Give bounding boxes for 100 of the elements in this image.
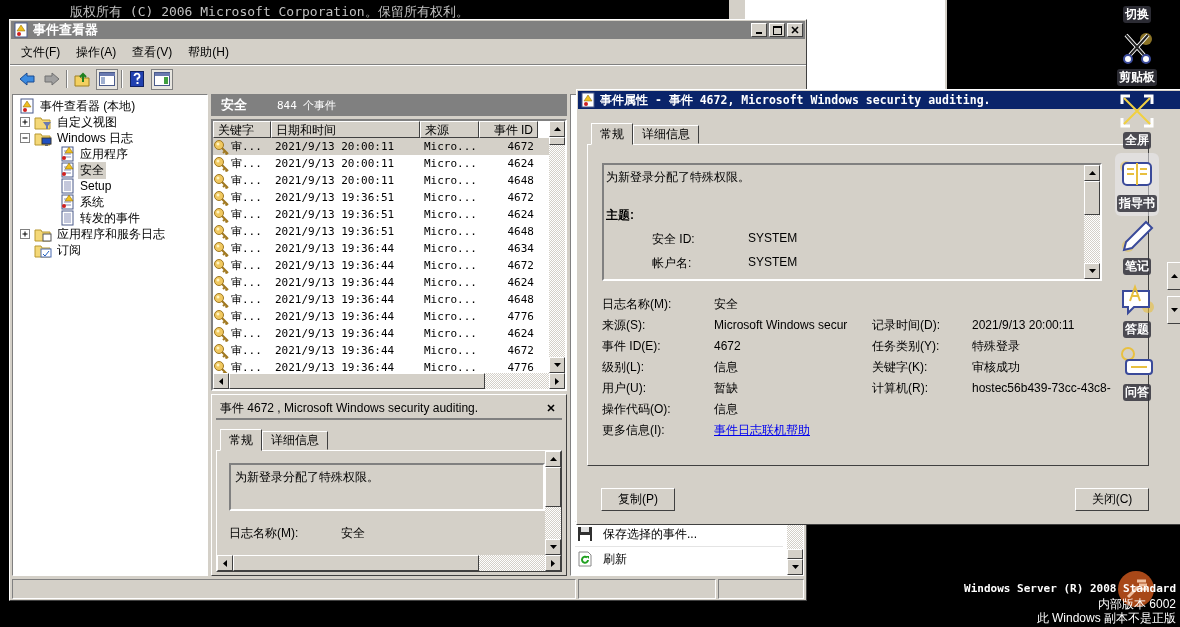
table-cell-text: 4648 — [506, 174, 535, 187]
event-row[interactable]: 审... 2021/9/13 20:00:11 Micro... 4624 — [213, 155, 549, 172]
field-value: 审核成功 — [972, 360, 1021, 375]
help-link[interactable]: 事件日志联机帮助 — [714, 423, 872, 438]
field-label: 级别(L): — [602, 360, 645, 375]
event-row[interactable]: 审... 2021/9/13 19:36:51 Micro... 4624 — [213, 206, 549, 223]
table-cell-text: 4672 — [506, 191, 535, 204]
field-value: 安全 — [714, 297, 739, 312]
table-cell-text: 2021/9/13 19:36:51 — [274, 191, 396, 204]
tree-item[interactable]: 自定义视图 — [55, 113, 119, 131]
field-value: hostec56b439-73cc-43c8- — [972, 381, 1111, 396]
table-cell-text: 2021/9/13 19:36:44 — [274, 276, 396, 289]
table-cell: 审... — [231, 224, 262, 239]
column-header[interactable]: 日期和时间 — [271, 121, 420, 138]
table-cell-text: 2021/9/13 19:36:44 — [274, 242, 396, 255]
table-cell-text: 2021/9/13 19:36:51 — [274, 208, 396, 221]
tree-item[interactable]: 转发的事件 — [78, 209, 142, 227]
table-cell-text: 4624 — [506, 208, 535, 221]
column-header[interactable]: 来源 — [420, 121, 479, 138]
field-label: 帐户名: — [652, 255, 693, 272]
table-cell-text: 2021/9/13 19:36:51 — [274, 225, 396, 238]
toolbar-item[interactable]: 答题 — [1115, 279, 1159, 342]
field-value: 信息 — [714, 402, 739, 417]
column-header[interactable]: 关键字 — [213, 121, 271, 138]
dialog-title: 事件属性 - 事件 4672, Microsoft Windows security auditing. — [600, 92, 991, 108]
table-cell-text: 4672 — [506, 140, 535, 153]
tree-item[interactable]: 系统 — [78, 193, 106, 211]
preview-title: 事件 4672 , Microsoft Windows security auditing. — [220, 399, 479, 417]
menu-item[interactable]: 文件(F) — [14, 41, 68, 63]
menu-item[interactable]: 操作(A) — [69, 41, 124, 63]
field-label: 计算机(R): — [872, 381, 929, 396]
table-cell-text: Micro... — [423, 140, 478, 153]
table-cell: 审... — [231, 139, 262, 154]
table-cell-text: Micro... — [423, 174, 478, 187]
table-cell-text: Micro... — [423, 361, 478, 373]
action-item[interactable]: 刷新 — [575, 546, 783, 571]
toolbar-item[interactable]: 指导书 — [1115, 153, 1159, 216]
table-cell-text: Micro... — [423, 310, 478, 323]
event-row[interactable]: 审... 2021/9/13 19:36:51 Micro... 4648 — [213, 223, 549, 240]
event-row[interactable]: 审... 2021/9/13 19:36:44 Micro... 4624 — [213, 274, 549, 291]
event-row[interactable]: 审... 2021/9/13 19:36:44 Micro... 4672 — [213, 257, 549, 274]
column-header[interactable]: 事件 ID — [479, 121, 538, 138]
menu-item[interactable]: 查看(V) — [125, 41, 180, 63]
toolbar-item[interactable]: 问答 — [1115, 342, 1159, 405]
toolbar-item[interactable]: 笔记 — [1115, 216, 1159, 279]
event-row[interactable]: 审... 2021/9/13 19:36:51 Micro... 4672 — [213, 189, 549, 206]
event-row[interactable]: 审... 2021/9/13 19:36:44 Micro... 4672 — [213, 342, 549, 359]
field-label: 关键字(K): — [872, 360, 929, 375]
event-row[interactable]: 审... 2021/9/13 19:36:44 Micro... 4648 — [213, 291, 549, 308]
table-cell-text: 2021/9/13 20:00:11 — [274, 140, 396, 153]
field-label: 用户(U): — [602, 381, 647, 396]
tab[interactable]: 常规 — [220, 429, 262, 451]
table-cell-text: 2021/9/13 20:00:11 — [274, 157, 396, 170]
table-cell-text: 4624 — [506, 276, 535, 289]
field-label: 来源(S): — [602, 318, 647, 333]
toolbar-item[interactable]: 剪贴板 — [1115, 27, 1159, 90]
field-value: 暂缺 — [714, 381, 739, 396]
tree-item[interactable]: 应用程序和服务日志 — [55, 225, 167, 243]
field-label: 操作代码(O): — [602, 402, 672, 417]
table-cell: 审... — [231, 207, 262, 222]
tab[interactable]: 详细信息 — [262, 431, 328, 450]
window-title: 事件查看器 — [33, 21, 98, 39]
table-cell: 审... — [231, 326, 262, 341]
table-cell: 审... — [231, 292, 262, 307]
tab[interactable]: 详细信息 — [633, 125, 699, 144]
dialog-button[interactable]: 复制(P) — [601, 488, 675, 511]
event-row[interactable]: 审... 2021/9/13 19:36:44 Micro... 4624 — [213, 325, 549, 342]
table-cell: 审... — [231, 309, 262, 324]
table-cell-text: 4776 — [506, 310, 535, 323]
event-count: 844 个事件 — [277, 97, 337, 113]
event-row[interactable]: 审... 2021/9/13 19:36:44 Micro... 4776 — [213, 308, 549, 325]
table-cell-text: 2021/9/13 20:00:11 — [274, 174, 396, 187]
field-value: 2021/9/13 20:00:11 — [972, 318, 1076, 333]
field-label: 日志名称(M): — [229, 525, 300, 542]
table-cell: 审... — [231, 258, 262, 273]
field-value: 特殊登录 — [972, 339, 1021, 354]
table-cell-text: Micro... — [423, 157, 478, 170]
tab[interactable]: 常规 — [591, 123, 633, 145]
dialog-button[interactable]: 关闭(C) — [1075, 488, 1149, 511]
event-row[interactable]: 审... 2021/9/13 20:00:11 Micro... 4648 — [213, 172, 549, 189]
table-cell-text: 4648 — [506, 225, 535, 238]
event-row[interactable]: 审... 2021/9/13 20:00:11 Micro... 4672 — [213, 138, 549, 155]
tree-item[interactable]: Setup — [78, 179, 114, 193]
event-row[interactable]: 审... 2021/9/13 19:36:44 Micro... 4634 — [213, 240, 549, 257]
subject-heading: 主题: — [606, 207, 635, 224]
table-cell-text: 4634 — [506, 242, 535, 255]
table-cell-text: Micro... — [423, 344, 478, 357]
table-cell-text: Micro... — [423, 191, 478, 204]
tree-item[interactable]: 订阅 — [55, 241, 83, 259]
table-cell: 审... — [231, 343, 262, 358]
tree-item[interactable]: 应用程序 — [78, 145, 130, 163]
tree-item[interactable]: 事件查看器 (本地) — [38, 97, 138, 115]
toolbar-item[interactable]: 切换 — [1115, 0, 1159, 27]
tree-item[interactable]: 安全 — [78, 161, 106, 179]
toolbar-item[interactable]: 全屏 — [1115, 90, 1159, 153]
table-cell-text: Micro... — [423, 225, 478, 238]
menu-item[interactable]: 帮助(H) — [181, 41, 236, 63]
table-cell-text: Micro... — [423, 242, 478, 255]
tree-item[interactable]: Windows 日志 — [55, 129, 135, 147]
table-cell-text: 4624 — [506, 327, 535, 340]
